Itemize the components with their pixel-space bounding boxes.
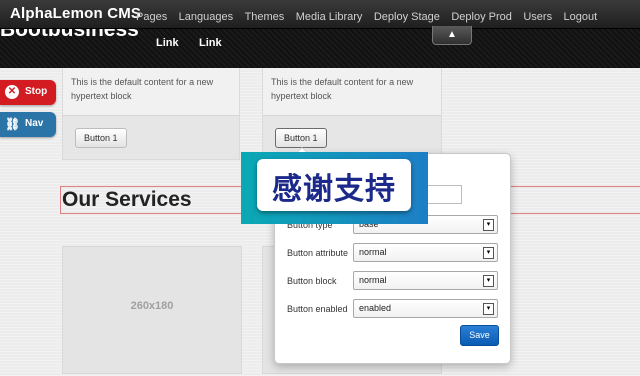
- block-footer: Button 1: [63, 115, 239, 159]
- close-icon: ✕: [5, 85, 19, 99]
- button-attribute-select[interactable]: normal ▾: [353, 243, 498, 262]
- thumbnail-placeholder[interactable]: 260x180: [62, 246, 242, 374]
- chevron-down-icon: ▾: [483, 303, 494, 315]
- button-block-label: Button block: [287, 276, 337, 286]
- save-button[interactable]: Save: [460, 325, 499, 346]
- promo-badge: 感谢支持: [257, 159, 411, 211]
- nav-pages[interactable]: Pages: [136, 11, 167, 23]
- button-attribute-label: Button attribute: [287, 248, 349, 258]
- nav-logout[interactable]: Logout: [564, 11, 598, 23]
- promo-text: 感谢支持: [272, 172, 396, 207]
- header-link-2[interactable]: Link: [199, 37, 222, 49]
- stop-label: Stop: [25, 86, 48, 97]
- hypertext-content: This is the default content for a new hy…: [271, 77, 414, 101]
- button-enabled-value: enabled: [359, 303, 392, 313]
- button-1[interactable]: Button 1: [75, 128, 127, 148]
- chevron-down-icon: ▾: [483, 219, 494, 231]
- header-link-1[interactable]: Link: [156, 37, 179, 49]
- nav-themes[interactable]: Themes: [245, 11, 285, 23]
- promo-overlay: 感谢支持: [241, 152, 428, 224]
- thumbnail-size-label: 260x180: [130, 300, 174, 312]
- button-1-selected[interactable]: Button 1: [275, 128, 327, 148]
- button-block-select[interactable]: normal ▾: [353, 271, 498, 290]
- brand-logo[interactable]: AlphaLemon CMS: [10, 5, 141, 22]
- nav-languages[interactable]: Languages: [179, 11, 233, 23]
- button-enabled-select[interactable]: enabled ▾: [353, 299, 498, 318]
- nav-users[interactable]: Users: [523, 11, 552, 23]
- chevron-down-icon: ▾: [483, 275, 494, 287]
- button-enabled-label: Button enabled: [287, 304, 348, 314]
- button-block-value: normal: [359, 275, 387, 285]
- arrow-up-icon: ▲: [447, 29, 457, 40]
- hypertext-block-2[interactable]: This is the default content for a new hy…: [262, 66, 442, 160]
- site-header: Bootbusiness Link Link: [0, 18, 640, 68]
- services-title[interactable]: Our Services: [62, 188, 192, 212]
- nav-button[interactable]: ⛓ Nav: [0, 112, 56, 137]
- admin-toolbar: AlphaLemon CMS Pages Languages Themes Me…: [0, 0, 640, 29]
- link-icon: ⛓: [5, 117, 21, 131]
- nav-deploy-prod[interactable]: Deploy Prod: [451, 11, 512, 23]
- admin-nav: Pages Languages Themes Media Library Dep…: [136, 7, 604, 25]
- nav-media-library[interactable]: Media Library: [296, 11, 363, 23]
- hypertext-content: This is the default content for a new hy…: [71, 77, 214, 101]
- chevron-down-icon: ▾: [483, 247, 494, 259]
- nav-deploy-stage[interactable]: Deploy Stage: [374, 11, 440, 23]
- toolbar-toggle-button[interactable]: ▲: [432, 26, 472, 45]
- hypertext-block-1[interactable]: This is the default content for a new hy…: [62, 66, 240, 160]
- nav-label: Nav: [25, 118, 44, 129]
- button-attribute-value: normal: [359, 247, 387, 257]
- stop-button[interactable]: ✕ Stop: [0, 80, 56, 105]
